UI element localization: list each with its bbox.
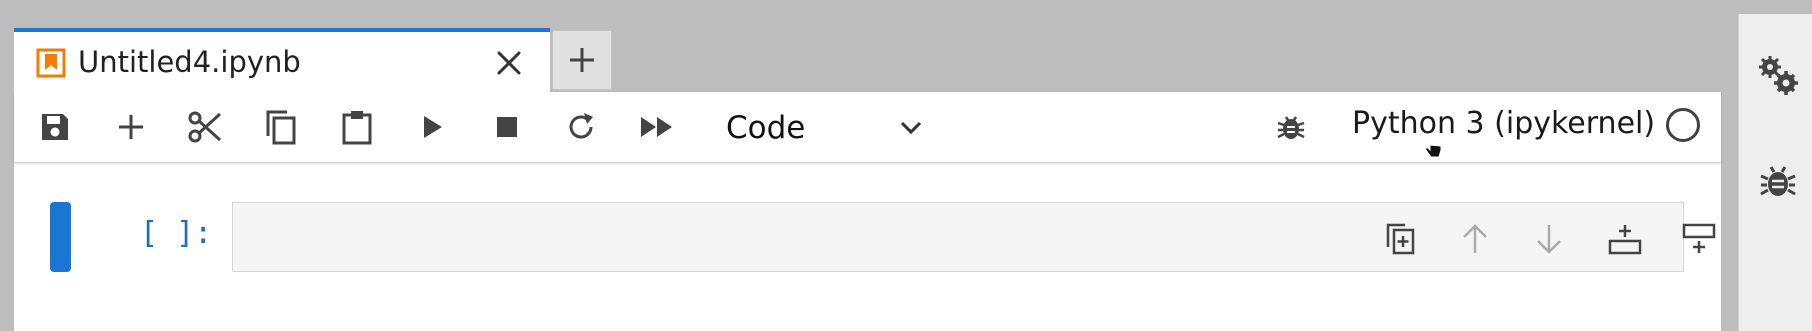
debugger-icon[interactable] xyxy=(1757,160,1799,202)
cell-prompt: [ ]: xyxy=(140,216,213,251)
paste-button[interactable] xyxy=(334,104,380,150)
bug-icon xyxy=(1277,116,1305,139)
move-down-icon xyxy=(1537,225,1561,254)
insert-above-icon xyxy=(1682,223,1716,253)
restart-button[interactable] xyxy=(558,104,604,150)
copy-icon xyxy=(266,110,296,145)
debugger-toggle-button[interactable] xyxy=(1268,104,1314,150)
save-icon xyxy=(42,114,68,140)
cell-type-value: Code xyxy=(726,110,806,146)
plus-icon xyxy=(119,115,143,139)
copy-button[interactable] xyxy=(258,104,304,150)
notebook-toolbar: Code Python 3 (ipykernel) xyxy=(14,92,1721,163)
kernel-status-indicator xyxy=(1666,108,1700,142)
plus-icon xyxy=(570,48,594,72)
move-up-icon xyxy=(1463,224,1487,253)
save-button[interactable] xyxy=(32,104,78,150)
interrupt-button[interactable] xyxy=(484,104,530,150)
refresh-icon xyxy=(569,113,593,139)
fast-forward-icon xyxy=(641,117,672,137)
cut-button[interactable] xyxy=(182,104,228,150)
duplicate-cell-button[interactable] xyxy=(1381,219,1421,259)
insert-below-icon xyxy=(1608,225,1642,255)
code-cell-editor[interactable] xyxy=(232,202,1784,272)
move-up-button[interactable] xyxy=(1455,219,1495,259)
notebook-icon xyxy=(36,48,66,78)
jupyter-window: Untitled4.ipynb Code Python 3 (ipykernel… xyxy=(0,0,1812,331)
play-icon xyxy=(424,116,442,138)
chevron-down-icon xyxy=(898,114,924,144)
stop-icon xyxy=(497,117,517,137)
cell-type-select[interactable]: Code xyxy=(720,102,940,152)
insert-cell-below-button[interactable] xyxy=(1605,219,1645,259)
run-button[interactable] xyxy=(410,104,456,150)
scissors-icon xyxy=(188,111,222,143)
tab-notebook[interactable]: Untitled4.ipynb xyxy=(14,28,550,92)
insert-cell-button[interactable] xyxy=(108,104,154,150)
new-tab-button[interactable] xyxy=(552,30,612,90)
right-sidebar xyxy=(1738,14,1812,331)
tab-title: Untitled4.ipynb xyxy=(78,45,301,79)
clipboard-icon xyxy=(342,111,372,145)
tab-bar: Untitled4.ipynb xyxy=(0,0,1738,92)
close-icon[interactable] xyxy=(494,48,524,78)
move-down-button[interactable] xyxy=(1529,219,1569,259)
kernel-name[interactable]: Python 3 (ipykernel) xyxy=(1352,106,1655,141)
hand-cursor-icon xyxy=(1424,136,1444,166)
insert-cell-above-button[interactable] xyxy=(1679,219,1719,259)
notebook-panel: Code Python 3 (ipykernel) []: xyxy=(14,92,1784,331)
duplicate-icon xyxy=(1386,223,1415,255)
property-inspector-icon[interactable] xyxy=(1757,54,1799,96)
cell-collapser[interactable] xyxy=(50,202,71,272)
restart-run-all-button[interactable] xyxy=(634,104,680,150)
